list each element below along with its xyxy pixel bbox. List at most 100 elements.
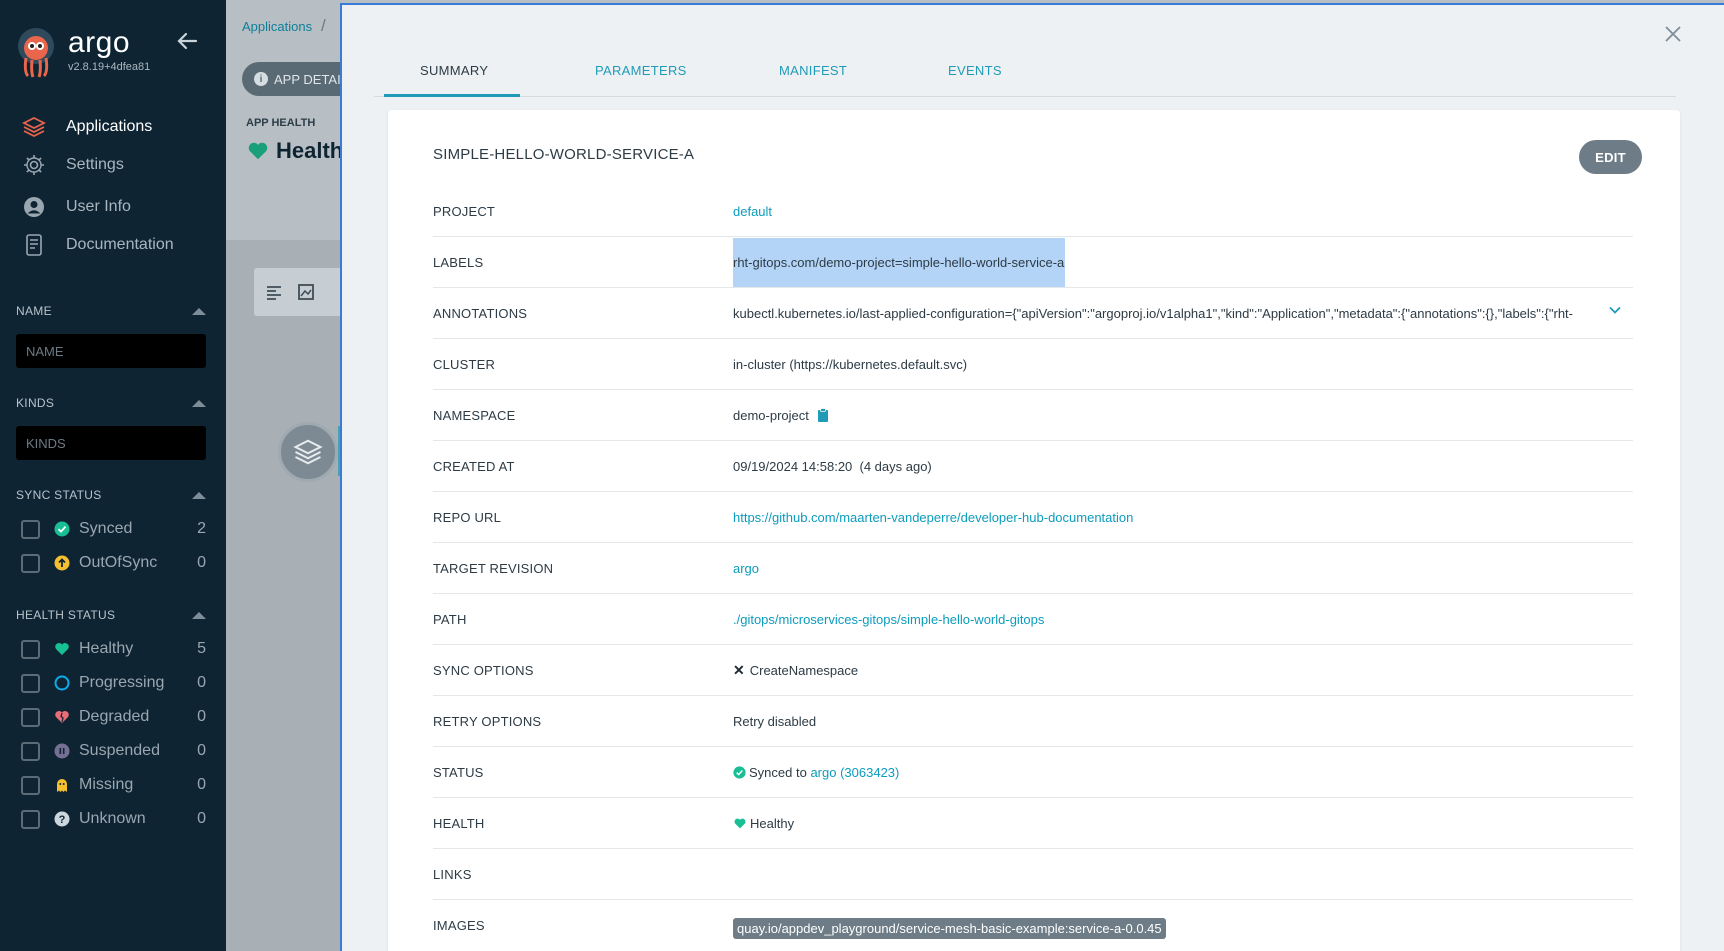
checkbox[interactable] [21,741,40,761]
filter-option-missing[interactable]: Missing 0 [16,768,206,802]
summary-row-status: STATUS Synced to argo (3063423) [433,747,1633,798]
sidebar-item-user-info[interactable]: User Info [0,188,226,226]
kinds-filter: KINDS [16,394,206,460]
namespace-cell: demo-project [733,408,829,423]
collapse-caret-icon[interactable] [192,491,206,499]
tab-manifest[interactable]: MANIFEST [779,63,847,78]
summary-card: SIMPLE-HELLO-WORLD-SERVICE-A EDIT PROJEC… [388,110,1680,951]
edit-button[interactable]: EDIT [1579,140,1642,174]
sync-options-cell: ✕ CreateNamespace [733,662,858,679]
heart-icon [248,142,268,160]
brand-name: argo [68,26,131,59]
filter-option-healthy[interactable]: Healthy 5 [16,632,206,666]
filter-option-count: 2 [197,520,206,537]
app-node-icon[interactable] [278,422,338,482]
row-key: STATUS [433,764,484,780]
collapse-caret-icon[interactable] [192,399,206,407]
row-key: RETRY OPTIONS [433,713,542,729]
filter-option-unknown[interactable]: ? Unknown 0 [16,802,206,836]
checkbox[interactable] [21,639,40,659]
row-key: PATH [433,611,467,627]
filter-option-count: 0 [197,554,206,571]
breadcrumb-applications[interactable]: Applications [242,19,312,34]
clipboard-icon[interactable] [817,408,829,422]
sidebar-item-label: Documentation [66,236,174,253]
sidebar-item-label: Applications [66,118,153,135]
summary-row-annotations: ANNOTATIONS kubectl.kubernetes.io/last-a… [433,288,1633,339]
app-health-text: Health [276,138,344,163]
checkbox[interactable] [21,707,40,727]
summary-table: PROJECT default LABELS rht-gitops.com/de… [433,186,1633,951]
filter-option-label: Suspended [79,742,160,759]
row-key: CLUSTER [433,356,496,372]
sidebar-item-settings[interactable]: Settings [0,146,226,184]
ghost-icon [57,779,67,792]
kinds-filter-input[interactable] [16,426,206,460]
sidebar-item-documentation[interactable]: Documentation [0,226,226,264]
user-icon [24,197,44,217]
tab-events[interactable]: EVENTS [948,63,1002,78]
breadcrumb-separator: / [321,16,326,35]
summary-row-links: LINKS [433,849,1633,900]
filter-option-suspended[interactable]: Suspended 0 [16,734,206,768]
filter-option-synced[interactable]: Synced 2 [16,512,206,546]
summary-row-path: PATH ./gitops/microservices-gitops/simpl… [433,594,1633,645]
panel-tabs: SUMMARY PARAMETERS MANIFEST EVENTS [374,45,1676,97]
sidebar-item-label: Settings [66,156,124,173]
repo-url-link[interactable]: https://github.com/maarten-vandeperre/de… [733,510,1133,525]
tab-parameters[interactable]: PARAMETERS [595,63,687,78]
row-key: LABELS [433,254,484,270]
arrow-up-circle-icon [54,555,70,571]
health-status-title: HEALTH STATUS [16,608,116,622]
status-revision-link[interactable]: argo (3063423) [810,765,899,780]
filter-option-label: OutOfSync [79,554,158,571]
image-frame-icon[interactable] [296,282,316,302]
status-cell: Synced to argo (3063423) [733,765,899,780]
project-link[interactable]: default [733,204,772,219]
brand[interactable]: argo v2.8.19+4dfea81 [16,28,150,78]
cluster-value: in-cluster (https://kubernetes.default.s… [733,356,968,372]
filter-option-degraded[interactable]: Degraded 0 [16,700,206,734]
list-align-icon[interactable] [264,282,284,302]
row-key: CREATED AT [433,458,515,474]
checkbox[interactable] [21,775,40,795]
row-key: REPO URL [433,509,502,525]
filter-option-outofsync[interactable]: OutOfSync 0 [16,546,206,580]
sidebar-item-applications[interactable]: Applications [0,108,226,146]
stack-icon [22,116,46,138]
checkbox[interactable] [21,809,40,829]
active-tab-indicator [384,94,520,97]
close-icon[interactable] [1662,23,1684,45]
stack-icon [293,439,323,465]
name-filter-input[interactable] [16,334,206,368]
summary-row-health: HEALTH Healthy [433,798,1633,849]
gear-icon [24,155,44,175]
arrow-left-icon[interactable] [176,30,198,52]
path-link[interactable]: ./gitops/microservices-gitops/simple-hel… [733,612,1044,627]
tab-summary[interactable]: SUMMARY [420,63,488,78]
row-key: HEALTH [433,815,485,831]
sidebar: argo v2.8.19+4dfea81 Applications Settin… [0,0,226,951]
summary-row-repo-url: REPO URL https://github.com/maarten-vand… [433,492,1633,543]
checkbox[interactable] [21,553,40,573]
argo-logo-icon [18,28,54,78]
filter-option-progressing[interactable]: Progressing 0 [16,666,206,700]
collapse-caret-icon[interactable] [192,307,206,315]
check-circle-icon [54,521,70,537]
filter-option-label: Healthy [79,640,134,657]
checkbox[interactable] [21,673,40,693]
target-revision-link[interactable]: argo [733,561,759,576]
labels-value[interactable]: rht-gitops.com/demo-project=simple-hello… [733,237,1066,287]
row-key: ANNOTATIONS [433,305,528,321]
heart-icon [734,818,746,828]
filter-option-count: 5 [197,640,206,657]
chevron-down-icon[interactable] [1607,302,1623,318]
collapse-caret-icon[interactable] [192,611,206,619]
checkbox[interactable] [21,519,40,539]
health-cell: Healthy [733,816,794,831]
row-key: NAMESPACE [433,407,516,423]
namespace-value: demo-project [733,407,809,423]
svg-text:?: ? [59,814,66,826]
view-toolbar [254,268,350,316]
summary-row-created-at: CREATED AT 09/19/2024 14:58:20 (4 days a… [433,441,1633,492]
